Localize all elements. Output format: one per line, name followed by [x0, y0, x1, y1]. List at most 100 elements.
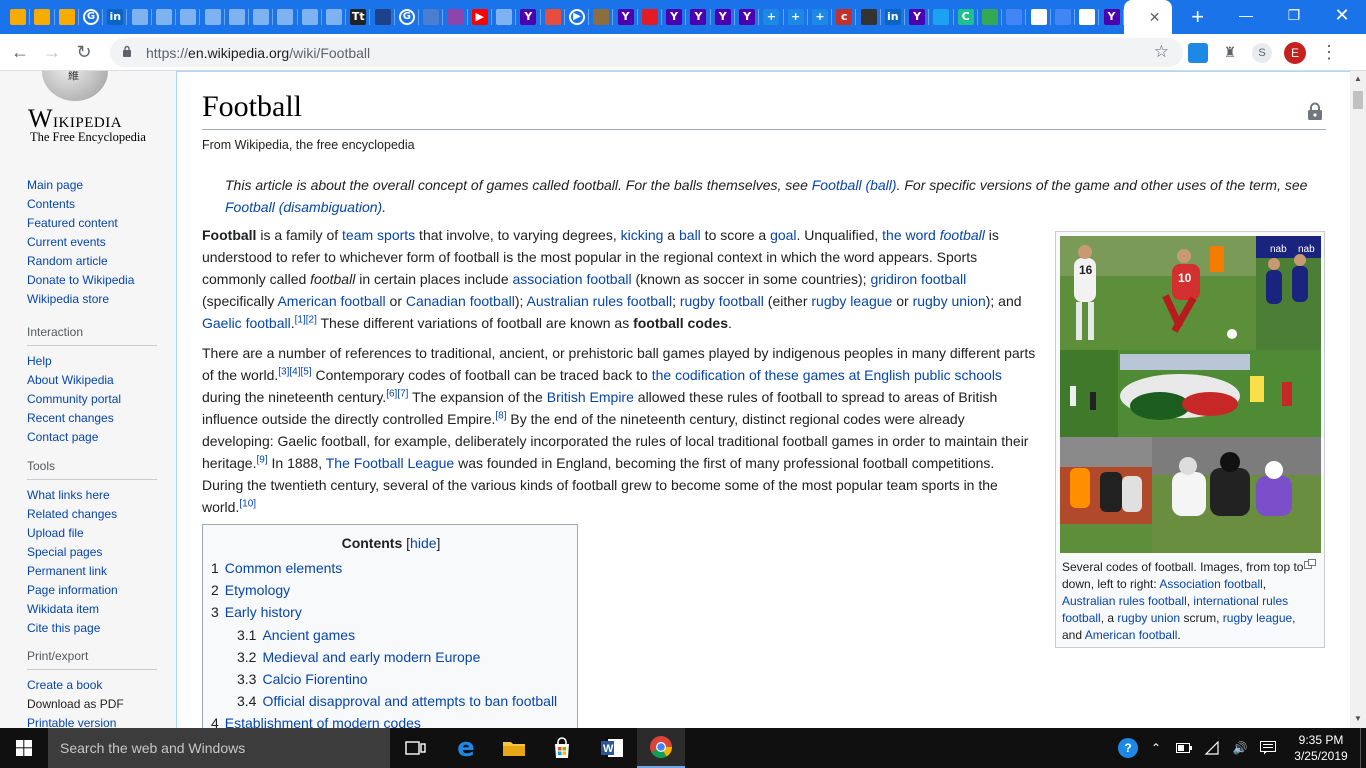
reload-button[interactable]: ↻: [68, 36, 100, 68]
toc-entry[interactable]: 3.1 Ancient games: [237, 627, 355, 643]
browser-tab[interactable]: G: [395, 0, 420, 34]
link-association-football[interactable]: association football: [513, 271, 632, 287]
minimize-button[interactable]: —: [1222, 0, 1270, 30]
sidebar-item-upload-file[interactable]: Upload file: [27, 526, 84, 540]
reference-link[interactable]: [1][2]: [295, 314, 317, 325]
link-rugby-league[interactable]: rugby league: [811, 293, 892, 309]
browser-tab[interactable]: [176, 0, 201, 34]
browser-tab[interactable]: Y: [613, 0, 639, 34]
link-kicking[interactable]: kicking: [621, 227, 664, 243]
file-explorer-icon[interactable]: [490, 728, 538, 768]
browser-tab[interactable]: C: [954, 0, 979, 34]
link-the-word-football[interactable]: the word football: [882, 227, 985, 243]
link-rugby-union[interactable]: rugby union: [913, 293, 986, 309]
sidebar-item-help[interactable]: Help: [27, 354, 52, 368]
browser-tab[interactable]: [1051, 0, 1076, 34]
forward-button[interactable]: →: [36, 36, 68, 68]
browser-tab[interactable]: [370, 0, 396, 34]
notification-icon[interactable]: [1257, 738, 1279, 758]
link-american-football[interactable]: American football: [277, 293, 385, 309]
browser-tab[interactable]: Y: [686, 0, 711, 34]
browser-tab[interactable]: in: [881, 0, 906, 34]
browser-tab[interactable]: [1026, 0, 1052, 34]
browser-tab[interactable]: +: [808, 0, 833, 34]
browser-tab[interactable]: [978, 0, 1003, 34]
clock[interactable]: 9:35 PM 3/25/2019: [1286, 732, 1356, 764]
sidebar-item-main-page[interactable]: Main page: [27, 178, 83, 192]
sidebar-item-download-as-pdf[interactable]: Download as PDF: [27, 697, 124, 711]
sidebar-item-contact-page[interactable]: Contact page: [27, 430, 98, 444]
browser-tab[interactable]: Y: [711, 0, 736, 34]
wikipedia-logo[interactable]: 維 Wikipedia The Free Encyclopedia: [28, 71, 148, 151]
sidebar-item-related-changes[interactable]: Related changes: [27, 507, 117, 521]
toc-link[interactable]: Medieval and early modern Europe: [262, 649, 480, 665]
toc-entry[interactable]: 3.3 Calcio Fiorentino: [237, 671, 368, 687]
taskbar-search[interactable]: Search the web and Windows: [48, 728, 390, 768]
toc-link[interactable]: Early history: [225, 604, 302, 620]
toc-hide-toggle[interactable]: hide: [410, 535, 436, 551]
browser-tab[interactable]: [419, 0, 444, 34]
browser-tab[interactable]: in: [103, 0, 128, 34]
start-button[interactable]: [0, 728, 48, 768]
link-codification[interactable]: the codification of these games at Engli…: [652, 367, 1002, 383]
sidebar-item-page-information[interactable]: Page information: [27, 583, 118, 597]
browser-tab[interactable]: Y: [735, 0, 760, 34]
browser-tab[interactable]: [6, 0, 31, 34]
extension-s-icon[interactable]: S: [1252, 42, 1272, 63]
link-football-ball[interactable]: Football (ball): [812, 177, 897, 193]
sidebar-item-featured-content[interactable]: Featured content: [27, 216, 118, 230]
browser-tab[interactable]: +: [784, 0, 809, 34]
browser-tab[interactable]: [273, 0, 298, 34]
browser-tab[interactable]: Y: [905, 0, 930, 34]
sidebar-item-special-pages[interactable]: Special pages: [27, 545, 102, 559]
caption-link-australian-rules[interactable]: Australian rules football: [1062, 594, 1187, 608]
browser-tab[interactable]: [298, 0, 323, 34]
link-gaelic-football[interactable]: Gaelic football: [202, 315, 291, 331]
browser-tab[interactable]: ▶: [565, 0, 590, 34]
link-goal[interactable]: goal: [770, 227, 796, 243]
link-canadian-football[interactable]: Canadian football: [406, 293, 515, 309]
browser-tab[interactable]: [443, 0, 468, 34]
task-view-icon[interactable]: [392, 728, 440, 768]
browser-tab[interactable]: [249, 0, 274, 34]
caption-link-association-football[interactable]: Association football: [1159, 577, 1262, 591]
caption-link-rugby-league[interactable]: rugby league: [1223, 611, 1292, 625]
toc-link[interactable]: Establishment of modern codes: [225, 715, 421, 728]
caption-link-rugby-union[interactable]: rugby union: [1117, 611, 1180, 625]
extension-window-icon[interactable]: [1188, 42, 1208, 63]
bookmark-star-icon[interactable]: ☆: [1154, 42, 1169, 62]
page-scrollbar[interactable]: ▲ ▼: [1350, 71, 1366, 728]
sidebar-item-create-a-book[interactable]: Create a book: [27, 678, 102, 692]
link-football-disambiguation[interactable]: Football (disambiguation): [225, 199, 382, 215]
caption-link-american-football[interactable]: American football: [1085, 628, 1178, 642]
toc-link[interactable]: Ancient games: [262, 627, 355, 643]
sidebar-item-printable-version[interactable]: Printable version: [27, 716, 116, 728]
sidebar-item-wikipedia-store[interactable]: Wikipedia store: [27, 292, 109, 306]
browser-tab[interactable]: [638, 0, 663, 34]
padlock-icon[interactable]: [1307, 102, 1323, 120]
scroll-up-arrow-icon[interactable]: ▲: [1354, 74, 1362, 83]
sidebar-item-current-events[interactable]: Current events: [27, 235, 106, 249]
browser-tab[interactable]: [856, 0, 881, 34]
link-australian-rules-football[interactable]: Australian rules football: [527, 293, 673, 309]
sidebar-item-community-portal[interactable]: Community portal: [27, 392, 121, 406]
close-window-button[interactable]: ✕: [1318, 0, 1366, 30]
edge-icon[interactable]: e: [442, 728, 490, 768]
sidebar-item-what-links-here[interactable]: What links here: [27, 488, 110, 502]
toc-link[interactable]: Official disapproval and attempts to ban…: [262, 693, 557, 709]
sidebar-item-cite-this-page[interactable]: Cite this page: [27, 621, 100, 635]
close-tab-icon[interactable]: ✕: [1149, 9, 1161, 26]
browser-tab[interactable]: Y: [1099, 0, 1124, 34]
link-rugby-football[interactable]: rugby football: [680, 293, 764, 309]
browser-tab[interactable]: [127, 0, 153, 34]
sidebar-item-wikidata-item[interactable]: Wikidata item: [27, 602, 99, 616]
wifi-icon[interactable]: [1201, 738, 1223, 758]
browser-tab[interactable]: Y: [516, 0, 541, 34]
sidebar-item-donate-to-wikipedia[interactable]: Donate to Wikipedia: [27, 273, 134, 287]
help-icon[interactable]: ?: [1117, 738, 1139, 758]
browser-tab[interactable]: +: [759, 0, 784, 34]
link-ball[interactable]: ball: [679, 227, 701, 243]
chevron-up-icon[interactable]: ⌃: [1145, 738, 1167, 758]
browser-tab[interactable]: Y: [662, 0, 687, 34]
browser-tab[interactable]: [492, 0, 517, 34]
